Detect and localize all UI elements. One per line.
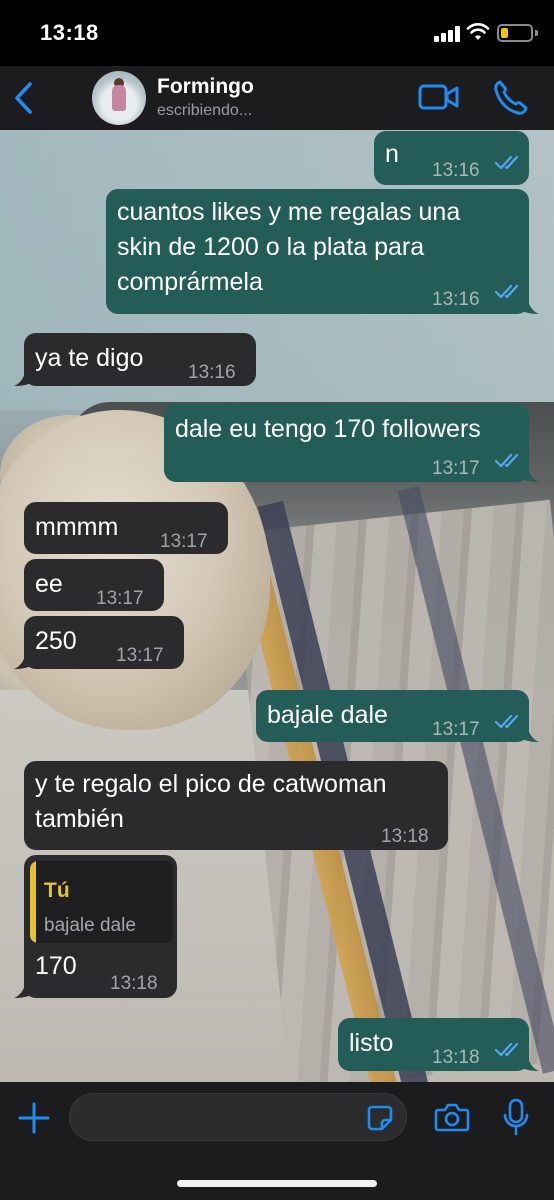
quote-text: bajale dale (44, 915, 136, 936)
message-time: 13:18 (432, 1047, 480, 1068)
status-time: 13:18 (40, 20, 99, 45)
contact-name[interactable]: Formingo (157, 75, 254, 99)
message-text-line: comprármela (117, 268, 263, 296)
quoted-reply[interactable]: Tú bajale dale (30, 861, 173, 943)
message-bubble-outgoing[interactable]: n 13:16 (374, 131, 529, 185)
message-text-line: y te regalo el pico de catwoman (35, 770, 387, 798)
message-text: listo (349, 1029, 394, 1057)
avatar-figure (112, 85, 126, 111)
plus-icon[interactable] (18, 1102, 50, 1134)
bubble-tail (14, 651, 36, 669)
phone-icon[interactable] (492, 78, 528, 116)
contact-status: escribiendo... (157, 102, 253, 119)
avatar[interactable] (92, 71, 146, 125)
bubble-tail (14, 368, 36, 386)
message-bubble-incoming[interactable]: y te regalo el pico de catwoman también … (24, 761, 448, 850)
message-bubble-incoming[interactable]: ee 13:17 (24, 559, 164, 611)
bubble-tail (517, 724, 539, 742)
sticker-icon[interactable] (366, 1104, 394, 1132)
message-time: 13:17 (116, 645, 164, 666)
cellular-signal-icon (434, 26, 460, 42)
camera-icon[interactable] (434, 1101, 470, 1133)
message-time: 13:17 (96, 588, 144, 609)
video-camera-icon[interactable] (418, 80, 460, 114)
message-time: 13:17 (432, 719, 480, 740)
message-bubble-incoming[interactable]: ya te digo 13:16 (14, 333, 256, 386)
message-text-line: skin de 1200 o la plata para (117, 233, 425, 261)
message-time: 13:16 (432, 289, 480, 310)
message-time: 13:17 (160, 531, 208, 552)
wifi-icon (466, 23, 490, 40)
message-text: 250 (35, 627, 77, 655)
message-bubble-incoming[interactable]: Tú bajale dale 170 13:18 (14, 855, 177, 998)
message-text-line: cuantos likes y me regalas una (117, 198, 461, 226)
message-text: n (385, 140, 399, 168)
microphone-icon[interactable] (503, 1098, 529, 1136)
battery-icon (497, 24, 533, 42)
quote-accent-bar (30, 861, 36, 943)
message-time: 13:18 (110, 973, 158, 994)
message-input[interactable] (69, 1093, 407, 1141)
message-bubble-outgoing[interactable]: cuantos likes y me regalas una skin de 1… (106, 189, 539, 314)
message-text-line: también (35, 805, 124, 833)
back-chevron-icon[interactable] (8, 78, 40, 118)
message-time: 13:18 (381, 826, 429, 847)
message-time: 13:16 (432, 160, 480, 181)
message-text: 170 (35, 952, 77, 980)
bubble-tail (517, 1053, 539, 1071)
message-text: dale eu tengo 170 followers (175, 415, 481, 443)
chat-header: Formingo escribiendo... (0, 66, 554, 130)
bubble-tail (517, 296, 539, 314)
message-time: 13:16 (188, 362, 236, 383)
message-text: bajale dale (267, 701, 388, 729)
message-text: ee (35, 570, 63, 598)
battery-tip (535, 30, 538, 36)
message-bubble-incoming[interactable]: mmmm 13:17 (24, 502, 228, 554)
message-text: ya te digo (35, 344, 144, 372)
bubble-tail (517, 464, 539, 482)
quote-author: Tú (44, 879, 70, 902)
message-bubble-outgoing[interactable]: listo 13:18 (338, 1018, 539, 1071)
bubble-tail (14, 980, 36, 998)
message-bubble-outgoing[interactable]: bajale dale 13:17 (256, 690, 539, 742)
message-time: 13:17 (432, 458, 480, 479)
message-bubble-incoming[interactable]: 250 13:17 (14, 616, 184, 669)
double-check-icon (494, 155, 519, 170)
home-indicator[interactable] (177, 1180, 377, 1187)
status-bar: 13:18 (0, 0, 554, 66)
message-bubble-outgoing[interactable]: dale eu tengo 170 followers 13:17 (164, 404, 539, 482)
message-text: mmmm (35, 513, 119, 541)
